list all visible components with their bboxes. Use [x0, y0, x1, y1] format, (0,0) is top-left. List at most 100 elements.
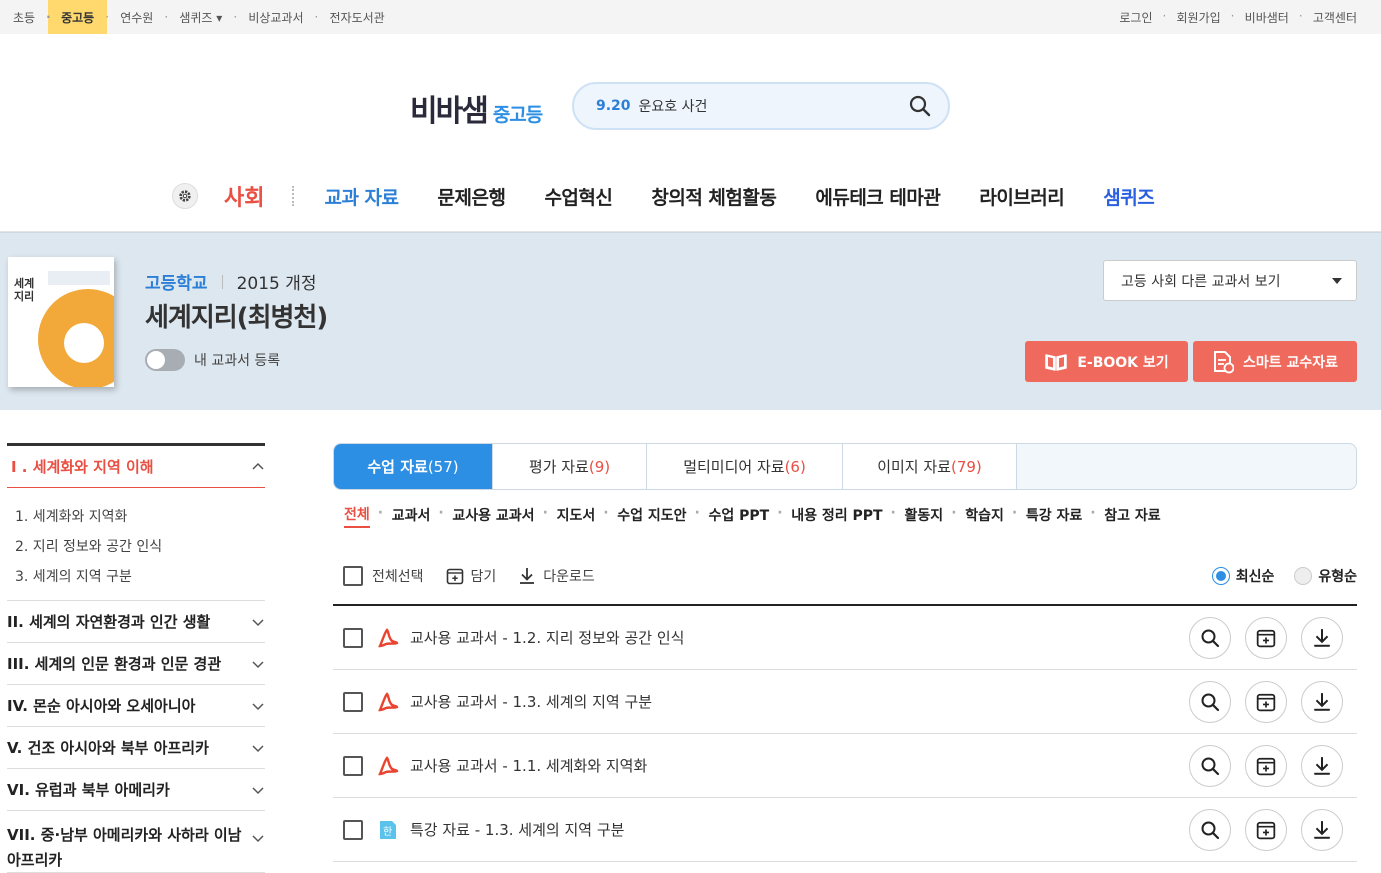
topbar-link-secondary[interactable]: 중고등: [46, 0, 108, 34]
chevron-down-icon: [252, 835, 264, 843]
nav-class-innovation[interactable]: 수업혁신: [544, 183, 612, 210]
smart-materials-button[interactable]: 스마트 교수자료: [1193, 341, 1357, 382]
nav-textbook-materials[interactable]: 교과 자료: [324, 183, 399, 210]
topbar-link-elibrary[interactable]: 전자도서관: [315, 0, 398, 34]
sidebar-item-chapter-2[interactable]: II. 세계의 자연환경과 인간 생활: [7, 601, 265, 643]
download-icon: [1314, 757, 1330, 775]
materials-list: 교사용 교과서 - 1.2. 지리 정보와 공간 인식 교사용 교과서 - 1.…: [333, 606, 1357, 862]
toggle-switch[interactable]: [145, 349, 185, 371]
topbar-link-training[interactable]: 연수원: [105, 0, 166, 34]
filter-class-ppt[interactable]: 수업 PPT: [695, 505, 770, 527]
filter-lesson-plan[interactable]: 수업 지도안: [603, 505, 686, 527]
download-icon: [1314, 629, 1330, 647]
search-icon: [1201, 757, 1220, 776]
textbook-cover: 세계 지리: [8, 257, 114, 387]
site-logo[interactable]: 비바샘 중고등: [410, 86, 543, 130]
gear-icon[interactable]: [172, 183, 198, 209]
row-checkbox[interactable]: [343, 627, 363, 648]
ebook-button[interactable]: E-BOOK 보기: [1025, 341, 1188, 382]
search-icon[interactable]: [908, 94, 932, 118]
sidebar-item-chapter-4[interactable]: IV. 몬순 아시아와 오세아니아: [7, 685, 265, 727]
download-row-button[interactable]: [1301, 681, 1343, 723]
chevron-down-icon: [252, 702, 264, 710]
search-icon: [1201, 821, 1220, 840]
filter-reference[interactable]: 참고 자료: [1090, 505, 1161, 527]
row-checkbox[interactable]: [343, 691, 363, 712]
download-row-button[interactable]: [1301, 809, 1343, 851]
my-textbook-toggle[interactable]: 내 교과서 등록: [145, 349, 280, 371]
list-toolbar: 전체선택 담기 다운로드 최신순 유형순: [333, 548, 1357, 606]
sort-type-radio[interactable]: 유형순: [1294, 566, 1357, 586]
nav-creative-activities[interactable]: 창의적 체험활동: [651, 183, 776, 210]
download-row-button[interactable]: [1301, 617, 1343, 659]
add-to-box-button[interactable]: [1245, 809, 1287, 851]
subject-title[interactable]: 사회: [224, 180, 264, 212]
sidebar-item-chapter-3[interactable]: III. 세계의 인문 환경과 인문 경관: [7, 643, 265, 685]
add-box-icon: [1256, 821, 1276, 840]
preview-button[interactable]: [1189, 809, 1231, 851]
sidebar-subitem[interactable]: 2. 지리 정보와 공간 인식: [15, 532, 265, 562]
add-to-box-button[interactable]: [1245, 617, 1287, 659]
filter-guidebook[interactable]: 지도서: [543, 505, 596, 527]
topbar-link-elementary[interactable]: 초등: [0, 0, 48, 34]
preview-button[interactable]: [1189, 745, 1231, 787]
hwp-icon: 한: [377, 819, 399, 841]
login-link[interactable]: 로그인: [1107, 9, 1164, 26]
book-open-icon: [1045, 353, 1068, 371]
chevron-down-icon: [252, 660, 264, 668]
tab-assessment[interactable]: 평가 자료 (9): [493, 444, 647, 489]
topbar-link-samquiz[interactable]: 샘퀴즈 ▾: [164, 0, 235, 34]
chapter-sidebar: I . 세계화와 지역 이해 1. 세계화와 지역화 2. 지리 정보와 공간 …: [7, 443, 265, 873]
customer-center-link[interactable]: 고객센터: [1299, 9, 1369, 26]
textbook-level: 고등학교 2015 개정: [145, 274, 317, 294]
filter-special-lecture[interactable]: 특강 자료: [1012, 505, 1083, 527]
sort-newest-radio[interactable]: 최신순: [1211, 566, 1274, 586]
pdf-icon: [377, 691, 399, 713]
nav-question-bank[interactable]: 문제은행: [438, 183, 506, 210]
search-keyword-text: 운요호 사건: [638, 99, 708, 115]
textbook-name: 세계지리(최병천): [145, 303, 328, 333]
signup-link[interactable]: 회원가입: [1162, 9, 1232, 26]
document-icon: [1213, 350, 1234, 373]
preview-button[interactable]: [1189, 681, 1231, 723]
nav-samquiz[interactable]: 샘퀴즈: [1103, 183, 1154, 210]
list-item: 교사용 교과서 - 1.1. 세계화와 지역화: [333, 734, 1357, 798]
sidebar-subitem[interactable]: 1. 세계화와 지역화: [15, 502, 265, 532]
tab-images[interactable]: 이미지 자료 (79): [843, 444, 1017, 489]
filter-textbook[interactable]: 교과서: [378, 505, 431, 527]
add-to-box-button[interactable]: [1245, 745, 1287, 787]
search-icon: [1201, 693, 1220, 712]
row-checkbox[interactable]: [343, 755, 363, 776]
sidebar-item-chapter-7[interactable]: VII. 중·남부 아메리카와 사하라 이남 아프리카: [7, 811, 265, 873]
sidebar-item-chapter-6[interactable]: VI. 유럽과 북부 아메리카: [7, 769, 265, 811]
download-row-button[interactable]: [1301, 745, 1343, 787]
save-button[interactable]: 담기: [446, 566, 496, 586]
tab-multimedia[interactable]: 멀티미디어 자료 (6): [647, 444, 843, 489]
filter-teacher-textbook[interactable]: 교사용 교과서: [438, 505, 534, 527]
nav-library[interactable]: 라이브러리: [979, 183, 1064, 210]
preview-button[interactable]: [1189, 617, 1231, 659]
other-textbook-select[interactable]: 고등 사회 다른 교과서 보기: [1103, 260, 1357, 301]
list-item: 한 특강 자료 - 1.3. 세계의 지역 구분: [333, 798, 1357, 862]
select-all-checkbox[interactable]: 전체선택: [343, 566, 424, 586]
filter-summary-ppt[interactable]: 내용 정리 PPT: [777, 505, 882, 527]
topbar-link-visang[interactable]: 비상교과서: [233, 0, 316, 34]
filter-worksheet[interactable]: 학습지: [951, 505, 1004, 527]
add-box-icon: [1256, 693, 1276, 712]
vivasamter-link[interactable]: 비바샘터: [1231, 9, 1301, 26]
add-box-icon: [1256, 757, 1276, 776]
row-checkbox[interactable]: [343, 819, 363, 840]
sidebar-item-chapter-5[interactable]: V. 건조 아시아와 북부 아프리카: [7, 727, 265, 769]
sidebar-subitem[interactable]: 3. 세계의 지역 구분: [15, 562, 265, 592]
filter-activity-sheet[interactable]: 활동지: [891, 505, 944, 527]
search-input[interactable]: 9.20 운요호 사건: [572, 82, 950, 130]
sidebar-item-chapter-1[interactable]: I . 세계화와 지역 이해: [7, 443, 265, 488]
material-tabs: 수업 자료 (57) 평가 자료 (9) 멀티미디어 자료 (6) 이미지 자료…: [333, 443, 1357, 490]
chevron-up-icon: [252, 462, 264, 470]
download-button[interactable]: 다운로드: [518, 566, 595, 586]
tab-class-materials[interactable]: 수업 자료 (57): [334, 444, 493, 489]
nav-edutech[interactable]: 에듀테크 테마관: [815, 183, 940, 210]
filter-all[interactable]: 전체: [344, 504, 370, 528]
download-icon: [1314, 821, 1330, 839]
add-to-box-button[interactable]: [1245, 681, 1287, 723]
